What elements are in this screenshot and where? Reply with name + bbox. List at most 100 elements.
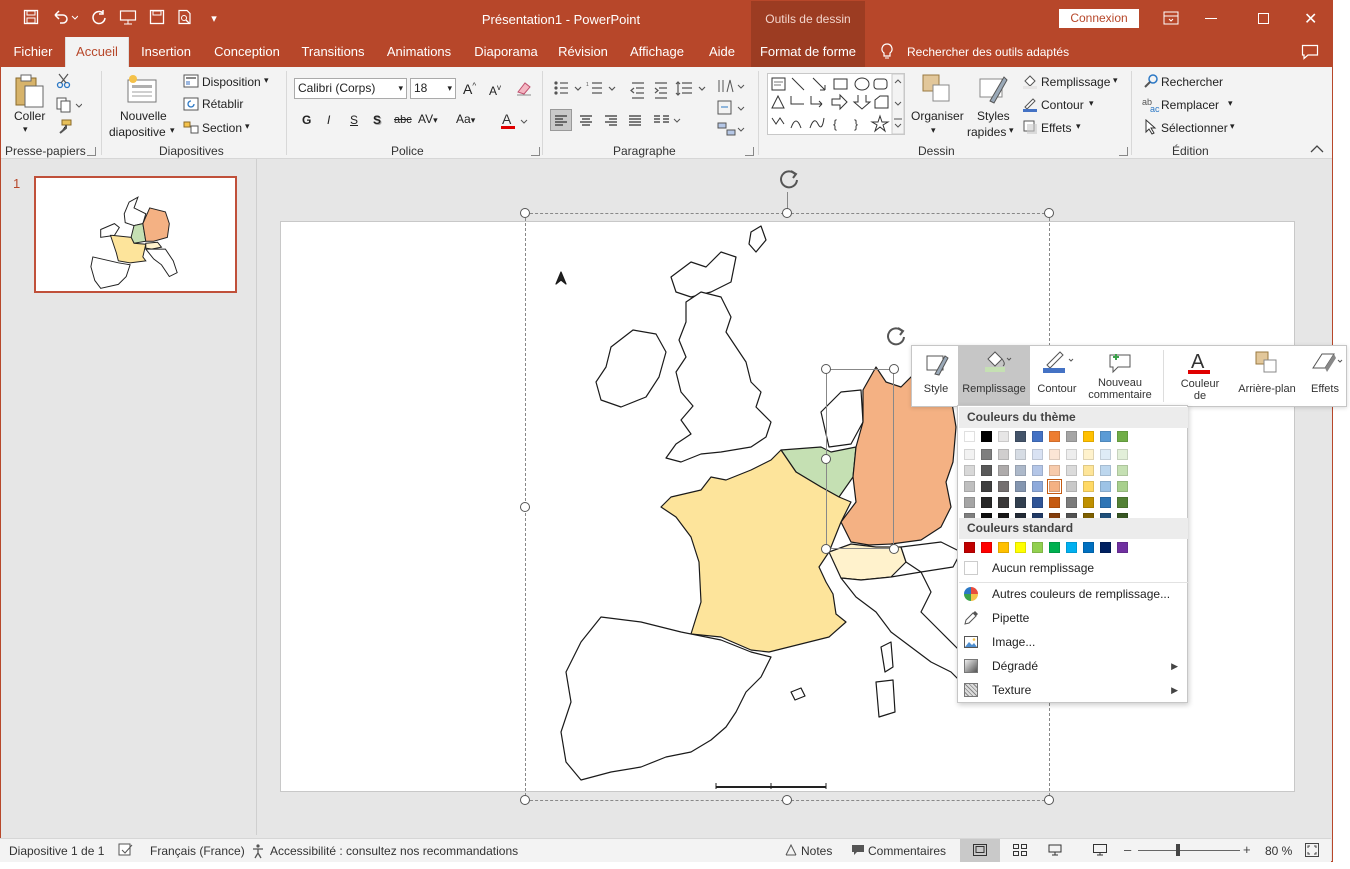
more-fill-colors-item[interactable]: Autres couleurs de remplissage... xyxy=(959,582,1188,606)
format-painter-icon[interactable] xyxy=(56,119,72,138)
theme-tint-swatch[interactable] xyxy=(998,465,1009,476)
layout-button[interactable]: Disposition xyxy=(202,75,261,89)
theme-tint-swatch[interactable] xyxy=(1015,449,1026,460)
comments-panel-icon[interactable] xyxy=(1301,44,1319,63)
select-icon[interactable] xyxy=(1144,118,1158,138)
standard-color-swatch[interactable] xyxy=(1083,542,1094,553)
theme-tint-swatch[interactable] xyxy=(981,497,992,508)
align-text-icon[interactable] xyxy=(717,100,747,119)
accessibility-status[interactable]: Accessibilité : consultez nos recommanda… xyxy=(270,844,518,858)
theme-color-swatch[interactable] xyxy=(1066,431,1077,442)
columns-icon[interactable] xyxy=(651,110,683,133)
quick-styles-label-2[interactable]: rapides xyxy=(967,125,1006,139)
theme-tint-swatch[interactable] xyxy=(964,449,975,460)
customize-qat-icon[interactable]: ▾ xyxy=(204,9,224,29)
fit-to-window-icon[interactable] xyxy=(1305,843,1319,860)
smartart-icon[interactable] xyxy=(717,121,747,140)
standard-color-swatch[interactable] xyxy=(964,542,975,553)
layout-dropdown-icon[interactable]: ▾ xyxy=(264,75,269,86)
ribbon-display-options-icon[interactable] xyxy=(1163,11,1179,28)
theme-tint-swatch[interactable] xyxy=(964,481,975,492)
select-dropdown-icon[interactable]: ▾ xyxy=(1230,121,1235,132)
standard-color-swatch[interactable] xyxy=(1049,542,1060,553)
select-button[interactable]: Sélectionner xyxy=(1161,121,1228,135)
new-slide-icon[interactable] xyxy=(125,73,159,110)
presenter-icon[interactable] xyxy=(118,9,138,29)
theme-tint-swatch[interactable] xyxy=(1015,465,1026,476)
theme-tint-swatch[interactable] xyxy=(1032,449,1043,460)
resize-handle[interactable] xyxy=(1044,208,1054,218)
theme-tint-swatch[interactable] xyxy=(1117,465,1128,476)
shape-fill-dropdown-icon[interactable]: ▾ xyxy=(1113,75,1118,86)
spellcheck-icon[interactable] xyxy=(118,843,134,860)
slideshow-icon[interactable] xyxy=(1093,844,1107,859)
zoom-slider-track[interactable] xyxy=(1138,850,1240,851)
underline-button[interactable]: S xyxy=(350,113,358,127)
theme-color-swatch[interactable] xyxy=(1083,431,1094,442)
slide-thumbnail[interactable] xyxy=(34,176,237,293)
tab-revision[interactable]: Révision xyxy=(552,37,614,67)
theme-tint-swatch[interactable] xyxy=(981,449,992,460)
tab-aide[interactable]: Aide xyxy=(700,37,744,67)
mini-new-comment-button[interactable]: Nouveau commentaire xyxy=(1084,346,1156,406)
drawing-launcher-icon[interactable] xyxy=(1119,147,1128,156)
resize-handle[interactable] xyxy=(782,795,792,805)
theme-tint-swatch[interactable] xyxy=(1066,497,1077,508)
new-slide-dropdown-icon[interactable]: ▾ xyxy=(170,125,175,136)
theme-color-swatch[interactable] xyxy=(964,431,975,442)
theme-tint-swatch[interactable] xyxy=(1083,449,1094,460)
reading-view-icon[interactable] xyxy=(1048,844,1062,859)
theme-tint-swatch[interactable] xyxy=(1015,497,1026,508)
reset-button[interactable]: Rétablir xyxy=(202,97,243,111)
bold-button[interactable]: G xyxy=(302,113,311,127)
shape-outline-dropdown-icon[interactable]: ▾ xyxy=(1089,98,1094,109)
paragraph-launcher-icon[interactable] xyxy=(745,147,754,156)
shape-resize-handle[interactable] xyxy=(889,364,899,374)
comments-button[interactable]: Commentaires xyxy=(868,844,946,858)
font-size-combo[interactable]: 18 ▾ xyxy=(410,78,456,99)
standard-color-swatch[interactable] xyxy=(998,542,1009,553)
theme-tint-swatch[interactable] xyxy=(1049,497,1060,508)
text-direction-icon[interactable] xyxy=(717,78,747,97)
mini-font-color-button[interactable]: A Couleur de xyxy=(1170,346,1230,406)
resize-handle[interactable] xyxy=(1044,795,1054,805)
shape-effects-icon[interactable] xyxy=(1022,119,1038,138)
layout-icon[interactable] xyxy=(183,74,199,91)
theme-tint-swatch[interactable] xyxy=(1117,449,1128,460)
copy-icon[interactable] xyxy=(56,97,83,116)
close-icon[interactable]: ✕ xyxy=(1304,9,1317,29)
resize-handle[interactable] xyxy=(520,795,530,805)
strikethrough-button[interactable]: abc xyxy=(394,114,412,126)
theme-tint-swatch[interactable] xyxy=(1047,479,1062,494)
decrease-font-icon[interactable]: Av xyxy=(489,83,501,98)
chevron-down-icon[interactable]: ▾ xyxy=(398,79,403,98)
mini-outline-button[interactable]: Contour xyxy=(1032,346,1082,406)
tab-fichier[interactable]: Fichier xyxy=(1,37,65,67)
theme-color-swatch[interactable] xyxy=(1117,431,1128,442)
theme-tint-swatch[interactable] xyxy=(981,465,992,476)
shape-outline-button[interactable]: Contour xyxy=(1041,98,1084,112)
resize-handle[interactable] xyxy=(520,502,530,512)
texture-fill-item[interactable]: Texture ▶ xyxy=(959,678,1188,702)
theme-tint-swatch[interactable] xyxy=(1032,481,1043,492)
maximize-icon[interactable] xyxy=(1258,13,1269,24)
replace-icon[interactable]: ab ac xyxy=(1142,96,1160,115)
save-icon[interactable] xyxy=(21,9,41,29)
tab-accueil[interactable]: Accueil xyxy=(65,37,129,67)
notes-icon[interactable] xyxy=(785,843,797,859)
theme-tint-swatch[interactable] xyxy=(998,449,1009,460)
accessibility-icon[interactable] xyxy=(251,843,267,862)
theme-tint-swatch[interactable] xyxy=(1083,465,1094,476)
shape-rotate-handle-icon[interactable] xyxy=(883,323,909,352)
theme-color-swatch[interactable] xyxy=(998,431,1009,442)
redo-icon[interactable] xyxy=(89,9,109,29)
mini-fill-button[interactable]: Remplissage xyxy=(958,346,1030,406)
arrange-button[interactable]: Organiser xyxy=(911,109,964,123)
new-slide-label-2[interactable]: diapositive xyxy=(109,125,166,139)
standard-color-swatch[interactable] xyxy=(1117,542,1128,553)
notes-button[interactable]: Notes xyxy=(801,844,832,858)
shape-resize-handle[interactable] xyxy=(821,544,831,554)
standard-color-swatch[interactable] xyxy=(981,542,992,553)
change-case-icon[interactable]: Aa▾ xyxy=(456,112,475,126)
shape-resize-handle[interactable] xyxy=(821,454,831,464)
